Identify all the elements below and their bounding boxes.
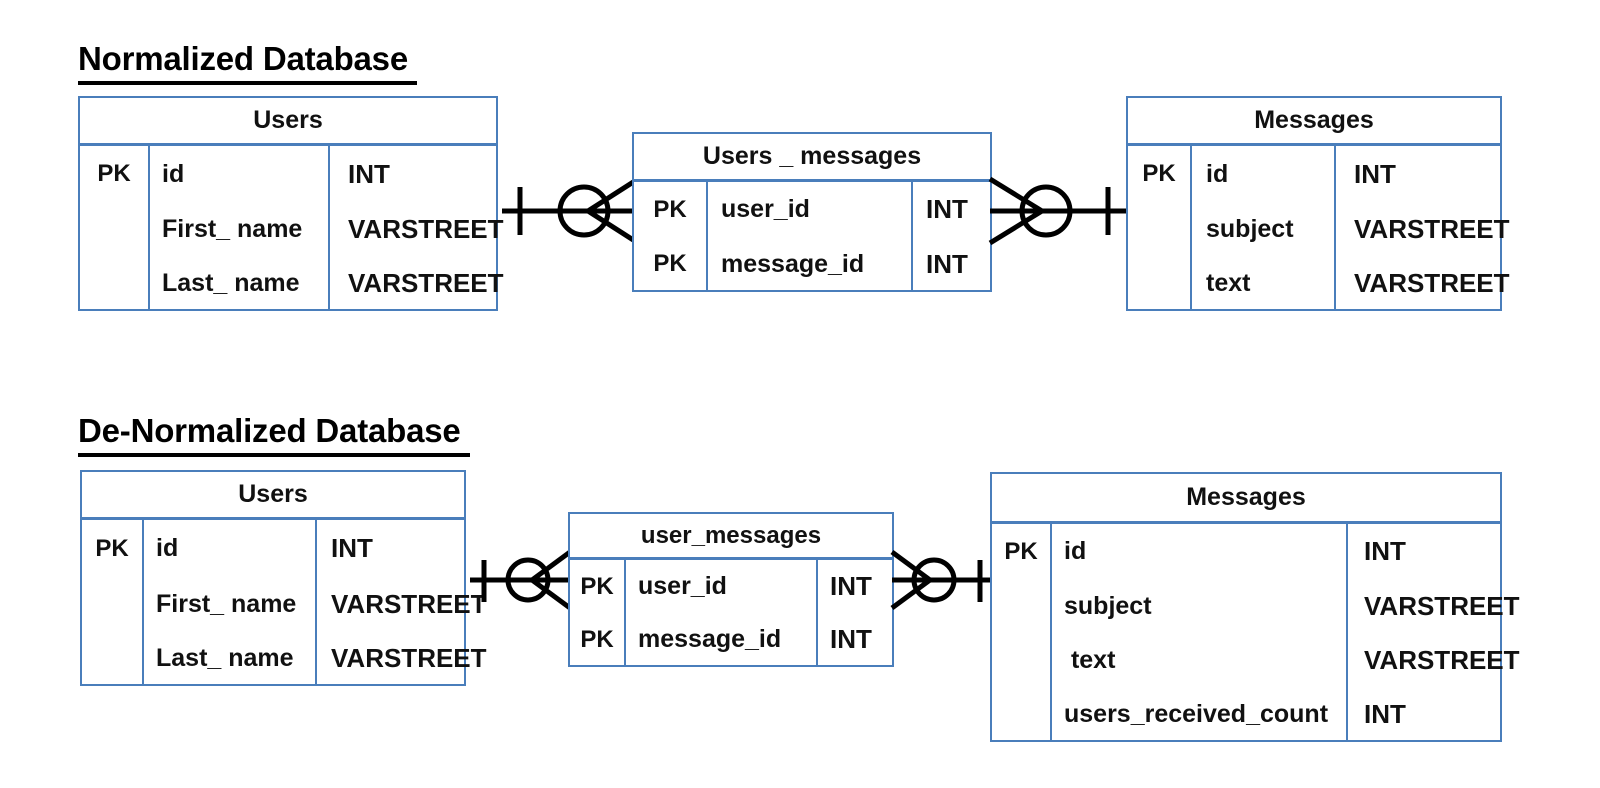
type-cell: INT <box>926 248 968 279</box>
type-column: INT VARSTREET VARSTREET <box>317 520 487 685</box>
entity-users-messages-normalized[interactable]: Users _ messages PK PK user_id message_i… <box>632 132 992 292</box>
er-diagram-canvas: Normalized Database Users PK id First_ n… <box>0 0 1600 788</box>
attribute-column: id First_ name Last_ name <box>144 520 317 685</box>
entity-title: user_messages <box>570 514 892 560</box>
type-cell: VARSTREET <box>331 588 487 619</box>
entity-title: Messages <box>992 474 1500 524</box>
attribute-cell: subject <box>1064 591 1152 620</box>
entity-users-denormalized[interactable]: Users PK id First_ name Last_ name INT V… <box>80 470 487 686</box>
entity-title: Users _ messages <box>634 134 990 182</box>
attribute-cell: First_ name <box>162 214 303 243</box>
entity-messages-normalized[interactable]: Messages PK id subject text INT VARSTREE… <box>1126 96 1510 311</box>
key-cell <box>82 577 142 631</box>
key-cell: PK <box>1142 160 1176 187</box>
type-cell: INT <box>1354 158 1396 189</box>
attribute-cell: user_id <box>721 195 810 223</box>
relationship-usersmessages-to-messages <box>988 175 1126 255</box>
entity-title: Messages <box>1128 98 1500 146</box>
key-cell <box>82 631 142 685</box>
key-cell <box>1128 256 1190 310</box>
normalized-section-title: Normalized Database <box>78 40 417 85</box>
attribute-column: user_id message_id <box>708 182 913 291</box>
type-cell: VARSTREET <box>1364 644 1520 675</box>
attribute-cell: First_ name <box>156 589 297 618</box>
type-cell: INT <box>331 533 373 563</box>
attribute-cell: text <box>1064 645 1116 674</box>
type-cell: INT <box>348 158 390 189</box>
attribute-column: id subject text <box>1192 146 1336 310</box>
key-column: PK PK <box>634 182 708 291</box>
attribute-cell: Last_ name <box>156 643 294 672</box>
key-cell: PK <box>95 534 129 562</box>
attribute-cell: text <box>1206 268 1251 297</box>
type-cell: INT <box>830 624 872 654</box>
key-cell: PK <box>1004 537 1038 565</box>
attribute-cell: message_id <box>638 625 782 653</box>
type-cell: INT <box>926 194 968 224</box>
entity-title: Users <box>82 472 464 520</box>
entity-messages-denormalized[interactable]: Messages PK id subject text users_receiv… <box>990 472 1520 742</box>
type-cell: INT <box>1364 536 1406 566</box>
attribute-column: user_id message_id <box>626 560 818 666</box>
attribute-cell: users_received_count <box>1064 699 1329 728</box>
type-cell: VARSTREET <box>348 213 504 244</box>
key-column: PK <box>992 524 1052 741</box>
attribute-column: id subject text users_received_count <box>1052 524 1348 741</box>
entity-user-messages-denormalized[interactable]: user_messages PK PK user_id message_id I… <box>568 512 894 667</box>
denormalized-section-title: De-Normalized Database <box>78 412 470 457</box>
key-cell: PK <box>653 195 687 223</box>
key-cell: PK <box>580 572 614 600</box>
relationship-usermessages-to-messages <box>890 548 992 620</box>
type-cell: VARSTREET <box>1354 213 1510 244</box>
entity-title: Users <box>80 98 496 146</box>
key-cell: PK <box>653 250 687 277</box>
attribute-cell: Last_ name <box>162 268 300 297</box>
type-cell: VARSTREET <box>1354 267 1510 298</box>
key-cell <box>1128 202 1190 256</box>
relationship-users-to-usermessages <box>470 548 572 620</box>
key-column: PK <box>1128 146 1192 310</box>
relationship-users-to-usersmessages <box>502 175 640 255</box>
attribute-cell: user_id <box>638 572 727 600</box>
attribute-cell: id <box>1064 537 1087 565</box>
attribute-column: id First_ name Last_ name <box>150 146 330 310</box>
key-cell <box>80 202 148 256</box>
type-column: INT VARSTREET VARSTREET INT <box>1348 524 1520 741</box>
key-column: PK PK <box>570 560 626 666</box>
key-cell <box>992 687 1050 741</box>
type-column: INT INT <box>818 560 892 666</box>
attribute-cell: message_id <box>721 249 865 278</box>
attribute-cell: subject <box>1206 214 1294 243</box>
key-cell <box>992 579 1050 633</box>
key-cell <box>80 256 148 310</box>
key-cell <box>992 633 1050 687</box>
entity-users-normalized[interactable]: Users PK id First_ name Last_ name INT V… <box>78 96 504 311</box>
type-cell: VARSTREET <box>348 267 504 298</box>
type-cell: VARSTREET <box>1364 590 1520 621</box>
type-cell: INT <box>1364 698 1406 729</box>
type-cell: INT <box>830 571 872 601</box>
key-column: PK <box>82 520 144 685</box>
attribute-cell: id <box>162 159 185 188</box>
attribute-cell: id <box>1206 159 1229 188</box>
key-cell: PK <box>580 625 614 653</box>
type-column: INT VARSTREET VARSTREET <box>1336 146 1510 310</box>
key-column: PK <box>80 146 150 310</box>
key-cell: PK <box>97 160 131 187</box>
type-column: INT VARSTREET VARSTREET <box>330 146 504 310</box>
type-column: INT INT <box>913 182 990 291</box>
type-cell: VARSTREET <box>331 642 487 673</box>
attribute-cell: id <box>156 534 179 562</box>
